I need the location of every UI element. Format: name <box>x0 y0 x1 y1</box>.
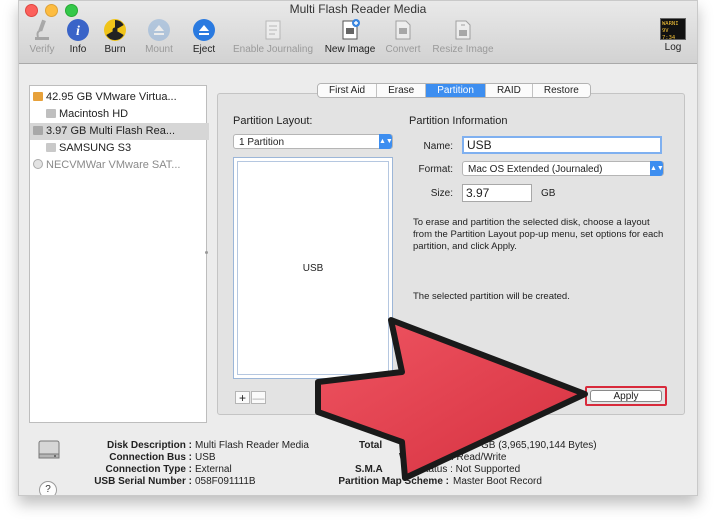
tab-restore[interactable]: Restore <box>532 84 590 97</box>
enable-journaling-button[interactable]: Enable Journaling <box>225 18 321 55</box>
connection-bus-value: USB <box>195 452 216 463</box>
chevron-updown-icon: ▲▼ <box>379 134 393 149</box>
internal-disk-icon <box>33 92 43 101</box>
convert-button[interactable]: Convert <box>381 18 425 55</box>
write-value: : Read/Write <box>451 452 507 463</box>
total-key: Total <box>359 440 383 451</box>
disk-description-value: Multi Flash Reader Media <box>195 440 309 451</box>
optical-drive-icon <box>33 159 43 169</box>
partition-map-scheme-key: Partition Map Scheme : <box>338 476 449 487</box>
mount-label: Mount <box>145 44 173 55</box>
verify-button[interactable]: Verify <box>25 18 59 55</box>
log-badge-line1: WARNI <box>662 21 679 27</box>
sidebar-item-samsung-s3[interactable]: SAMSUNG S3 <box>30 140 222 157</box>
disk-description-key: Disk Description : <box>106 440 192 451</box>
info-icon: i <box>67 19 89 41</box>
sidebar-item-label: SAMSUNG S3 <box>59 142 132 154</box>
sidebar-item-multi-flash-reader[interactable]: 3.97 GB Multi Flash Rea... <box>30 123 209 140</box>
connection-bus-key: Connection Bus : <box>109 452 192 463</box>
tab-bar: First Aid Erase Partition RAID Restore <box>317 83 591 98</box>
microscope-icon <box>35 19 49 40</box>
verify-label: Verify <box>29 44 55 55</box>
disk-sidebar: 42.95 GB VMware Virtua... Macintosh HD 3… <box>29 85 209 423</box>
enable-journaling-label: Enable Journaling <box>232 44 314 55</box>
partition-layout-select[interactable]: 1 Partition ▲▼ <box>233 134 393 149</box>
help-button[interactable]: ? <box>39 481 57 495</box>
log-badge-line2: 9V 7:34 <box>662 28 676 41</box>
toolbar: Multi Flash Reader Media Verify i Info B… <box>19 1 697 64</box>
sidebar-item-label: 3.97 GB Multi Flash Rea... <box>46 125 175 137</box>
mount-button[interactable]: Mount <box>141 18 177 55</box>
window-title: Multi Flash Reader Media <box>289 2 427 16</box>
burn-button[interactable]: Burn <box>99 18 131 55</box>
sidebar-item-necvmwar[interactable]: NECVMWar VMware SAT... <box>30 157 209 174</box>
sidebar-item-label: NECVMWar VMware SAT... <box>46 159 181 171</box>
partition-info-heading: Partition Information <box>409 115 508 127</box>
apply-button[interactable]: Apply <box>590 390 662 402</box>
partition-size-field[interactable]: 3.97 <box>462 184 532 202</box>
tab-partition[interactable]: Partition <box>426 84 486 97</box>
add-partition-button[interactable]: + <box>235 391 250 404</box>
burn-label: Burn <box>104 44 126 55</box>
format-value: Mac OS Extended (Journaled) <box>468 164 603 175</box>
resize-image-button[interactable]: Resize Image <box>427 18 499 55</box>
eject-icon <box>193 19 215 41</box>
connection-type-key: Connection Type : <box>105 464 192 475</box>
sidebar-item-macintosh-hd[interactable]: Macintosh HD <box>30 106 222 123</box>
mount-icon <box>148 19 170 41</box>
splitter-handle[interactable] <box>205 251 208 254</box>
svg-text:i: i <box>76 24 80 39</box>
convert-label: Convert <box>385 44 421 55</box>
apply-highlight: Apply <box>585 386 667 406</box>
log-label: Log <box>664 42 682 53</box>
chevron-updown-icon: ▲▼ <box>650 161 664 176</box>
partition-layout-heading: Partition Layout: <box>233 115 313 127</box>
volume-icon <box>46 143 56 152</box>
smart-key: S.M.A <box>355 464 383 475</box>
journal-icon <box>265 20 281 40</box>
total-value: GB (3,965,190,144 Bytes) <box>481 440 597 451</box>
sidebar-item-vmware-disk[interactable]: 42.95 GB VMware Virtua... <box>30 89 209 106</box>
resize-image-label: Resize Image <box>432 44 494 55</box>
resize-image-icon <box>455 20 471 40</box>
new-image-button[interactable]: New Image <box>321 18 379 55</box>
new-image-icon <box>342 19 360 40</box>
log-button[interactable]: WARNI 9V 7:34 Log <box>655 18 691 53</box>
partition-layout-value: 1 Partition <box>239 137 285 148</box>
tab-raid[interactable]: RAID <box>485 84 533 97</box>
disk-utility-window: Multi Flash Reader Media Verify i Info B… <box>18 0 698 496</box>
partition-instructions: To erase and partition the selected disk… <box>413 217 664 252</box>
usb-serial-key: USB Serial Number : <box>94 476 192 487</box>
usb-serial-value: 058F091111B <box>195 476 256 487</box>
name-label: Name: <box>423 141 453 152</box>
write-key: W <box>399 452 409 463</box>
smart-status-value: Status : Not Supported <box>419 464 521 475</box>
size-unit-label: GB <box>541 188 556 199</box>
partition-block-usb[interactable]: USB <box>237 161 389 375</box>
log-console-icon: WARNI 9V 7:34 <box>660 18 686 41</box>
format-select[interactable]: Mac OS Extended (Journaled) ▲▼ <box>462 161 664 176</box>
volume-icon <box>46 109 56 118</box>
tab-first-aid[interactable]: First Aid <box>318 84 378 97</box>
partition-status: The selected partition will be created. <box>413 291 570 302</box>
external-disk-icon <box>33 126 43 135</box>
convert-icon <box>395 20 411 40</box>
info-button[interactable]: i Info <box>63 18 93 55</box>
eject-label: Eject <box>192 44 216 55</box>
eject-button[interactable]: Eject <box>187 18 221 55</box>
remove-partition-button[interactable]: — <box>251 391 266 404</box>
connection-type-value: External <box>195 464 232 475</box>
partition-block-label: USB <box>302 262 324 274</box>
format-label: Format: <box>418 164 453 175</box>
partition-map-scheme-value: Master Boot Record <box>453 476 542 487</box>
partition-layout-map: USB <box>233 157 393 379</box>
sidebar-item-label: Macintosh HD <box>59 108 129 120</box>
new-image-label: New Image <box>324 44 376 55</box>
info-label: Info <box>69 44 87 55</box>
sidebar-item-label: 42.95 GB VMware Virtua... <box>46 91 177 103</box>
partition-name-field[interactable]: USB <box>462 136 662 154</box>
burn-radiation-icon <box>104 19 126 41</box>
tab-erase[interactable]: Erase <box>377 84 427 97</box>
size-label: Size: <box>430 188 453 199</box>
